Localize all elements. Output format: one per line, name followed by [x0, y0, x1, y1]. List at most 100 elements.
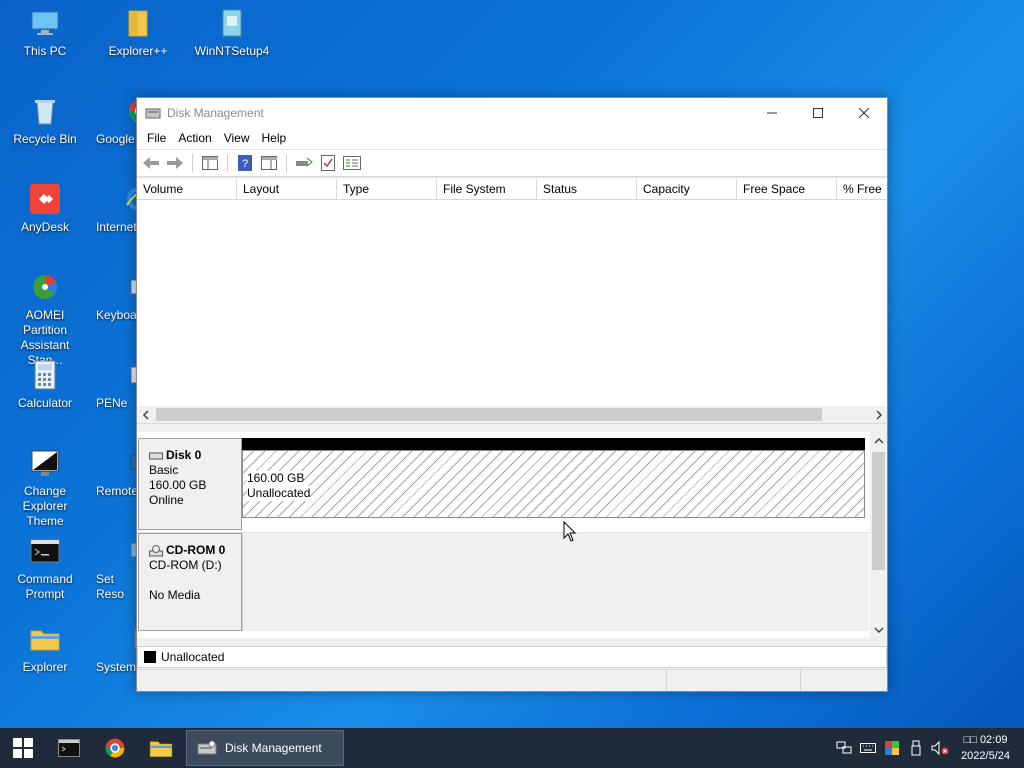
desktop-icon-internet[interactable]: Internet	[96, 182, 140, 235]
column-header-layout[interactable]: Layout	[237, 179, 337, 200]
minimize-button[interactable]	[749, 98, 795, 127]
cdrom-empty-area	[242, 533, 869, 631]
svg-text:?: ?	[242, 158, 248, 170]
disk-connect-icon	[296, 157, 313, 167]
network-tray-icon[interactable]	[835, 739, 853, 757]
status-segment	[137, 670, 667, 691]
back-button[interactable]	[141, 153, 161, 173]
disk-status: No Media	[149, 588, 201, 602]
taskbar-explorer[interactable]	[138, 728, 184, 768]
disk-info-disk-0[interactable]: Disk 0 Basic 160.00 GB Online	[138, 438, 242, 530]
desktop-icon-calculator[interactable]: Calculator	[3, 358, 87, 411]
scroll-left-button[interactable]	[137, 406, 154, 423]
desktop-icon-winntsetup[interactable]: WinNTSetup4	[190, 6, 274, 59]
menu-help[interactable]: Help	[256, 131, 293, 145]
chevron-left-icon	[142, 409, 149, 420]
menu-bar: File Action View Help	[137, 127, 887, 149]
menu-file[interactable]: File	[141, 131, 172, 145]
anydesk-icon	[28, 182, 62, 216]
column-header-type[interactable]: Type	[337, 179, 437, 200]
taskbar-chrome[interactable]	[92, 728, 138, 768]
disk-info-cdrom-0[interactable]: CD-ROM 0 CD-ROM (D:) No Media	[138, 533, 242, 631]
help-button[interactable]: ?	[235, 153, 255, 173]
desktop-icon-label: Internet	[96, 220, 137, 234]
desktop-icon-label: System	[96, 660, 137, 674]
desktop-icon-google[interactable]: Google	[96, 94, 140, 147]
horizontal-scrollbar[interactable]	[137, 406, 887, 423]
forward-button[interactable]	[165, 153, 185, 173]
desktop-icon-anydesk[interactable]: AnyDesk	[3, 182, 87, 235]
start-button[interactable]	[0, 728, 46, 768]
menu-action[interactable]: Action	[172, 131, 217, 145]
volume-muted-icon[interactable]	[931, 739, 949, 757]
taskbar-disk-management[interactable]: Disk Management	[186, 730, 344, 766]
desktop-icon-label: AnyDesk	[20, 220, 70, 234]
scrollbar-thumb[interactable]	[872, 452, 885, 570]
usb-tray-icon[interactable]	[907, 739, 925, 757]
desktop-icon-change-theme[interactable]: Change Explorer Theme	[3, 446, 87, 529]
scrollbar-track[interactable]	[154, 408, 870, 421]
folder-icon	[121, 6, 155, 40]
desktop-icon-penet[interactable]: PENe	[96, 358, 140, 411]
desktop-icon-label: This PC	[23, 44, 67, 58]
close-button[interactable]	[841, 98, 887, 127]
desktop-icon-label: WinNTSetup4	[194, 44, 270, 58]
arrow-left-icon	[143, 157, 159, 169]
desktop-icon-label: Google	[96, 132, 135, 146]
show-hide-console-tree-button[interactable]	[200, 153, 220, 173]
desktop-icon-system[interactable]: System	[96, 622, 140, 675]
desktop-icon-command-prompt[interactable]: Command Prompt	[3, 534, 87, 602]
scrollbar-thumb[interactable]	[156, 408, 822, 421]
clock-date: 2022/5/24	[961, 750, 1010, 762]
desktop-icon-recycle-bin[interactable]: Recycle Bin	[3, 94, 87, 147]
scroll-down-button[interactable]	[870, 621, 887, 638]
disk-type: CD-ROM (D:)	[149, 558, 222, 572]
chevron-right-icon	[875, 409, 882, 420]
column-header-capacity[interactable]: Capacity	[637, 179, 737, 200]
disk-row-cdrom-0: CD-ROM 0 CD-ROM (D:) No Media	[137, 532, 870, 631]
title-bar[interactable]: Disk Management	[137, 98, 887, 127]
settings-list-button[interactable]	[342, 153, 362, 173]
column-header-status[interactable]: Status	[537, 179, 637, 200]
column-header-volume[interactable]: Volume	[137, 179, 237, 200]
desktop-icon-aomei[interactable]: AOMEI Partition Assistant Stan...	[3, 270, 87, 368]
minimize-icon	[767, 112, 777, 113]
scroll-up-button[interactable]	[870, 432, 887, 449]
disk-row-disk-0: Disk 0 Basic 160.00 GB Online 160.00 GB …	[137, 438, 870, 530]
desktop-icon-set-resolution[interactable]: Set Reso	[96, 534, 140, 602]
keyboard-tray-icon[interactable]	[859, 739, 877, 757]
column-header-file-system[interactable]: File System	[437, 179, 537, 200]
legend-bar: Unallocated	[137, 646, 887, 668]
recycle-bin-icon	[28, 94, 62, 128]
pane-splitter[interactable]	[137, 423, 887, 431]
toolbar-separator	[227, 154, 228, 172]
disk-type: Basic	[149, 463, 179, 477]
desktop-icon-this-pc[interactable]: This PC	[3, 6, 87, 59]
hard-disk-icon	[149, 452, 163, 459]
color-tray-icon[interactable]	[883, 739, 901, 757]
help-icon: ?	[238, 155, 252, 171]
partition-unallocated[interactable]: 160.00 GB Unallocated	[242, 438, 865, 518]
desktop-icon-label: Keyboa	[96, 308, 137, 322]
show-hide-action-pane-button[interactable]	[259, 153, 279, 173]
column-header-free-space[interactable]: Free Space	[737, 179, 837, 200]
desktop-icon-label: Recycle Bin	[13, 132, 77, 146]
taskbar-command-prompt[interactable]	[46, 728, 92, 768]
partition-body[interactable]: 160.00 GB Unallocated	[242, 450, 865, 518]
column-header-percent-free[interactable]: % Free	[837, 179, 887, 200]
desktop-icon-remote[interactable]: Remote	[96, 446, 140, 499]
desktop-icon-explorer[interactable]: Explorer	[3, 622, 87, 675]
vertical-scrollbar[interactable]	[870, 432, 887, 638]
desktop-icon-label: Set Reso	[96, 572, 125, 601]
unallocated-swatch	[144, 651, 156, 663]
scroll-right-button[interactable]	[870, 406, 887, 423]
desktop-icon-explorerpp[interactable]: Explorer++	[96, 6, 180, 59]
properties-button[interactable]	[318, 153, 338, 173]
clock[interactable]: □□ 02:09 2022/5/24	[961, 732, 1010, 764]
maximize-button[interactable]	[795, 98, 841, 127]
connect-virtual-disk-button[interactable]	[294, 153, 314, 173]
desktop-icon-keyboard[interactable]: Keyboa	[96, 270, 140, 323]
menu-view[interactable]: View	[218, 131, 256, 145]
status-segment	[667, 670, 801, 691]
